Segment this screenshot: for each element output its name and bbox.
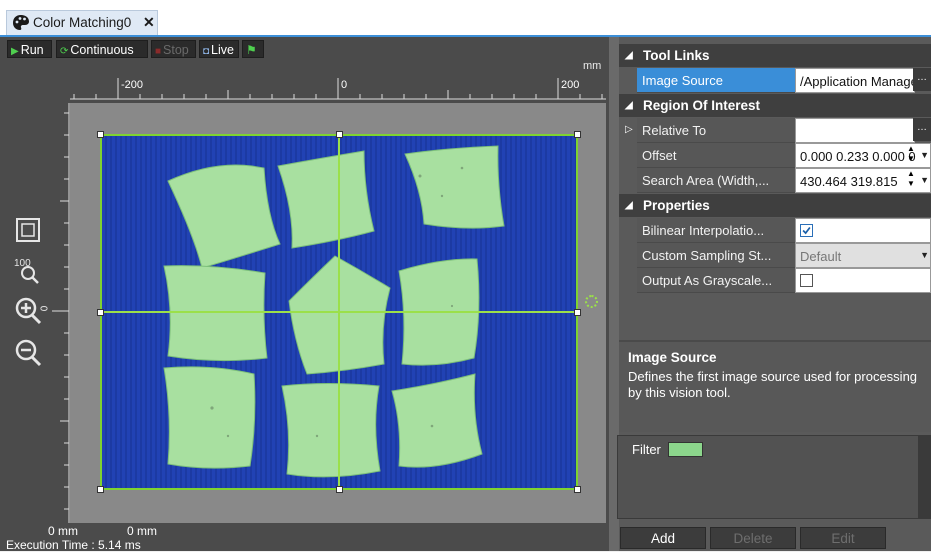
- tab-title: Color Matching0: [33, 15, 132, 30]
- roi-rotate-handle[interactable]: [585, 295, 598, 308]
- category-label: Properties: [643, 198, 710, 213]
- image-source-field[interactable]: /Application Manager: [795, 68, 915, 93]
- stop-label: Stop: [163, 43, 189, 57]
- spinner-icon[interactable]: ▲ ▼: [905, 169, 917, 191]
- chevron-down-icon[interactable]: ▼: [920, 150, 929, 160]
- prop-row-search-area[interactable]: Search Area (Width,... 430.464 319.815 ▲…: [619, 168, 931, 193]
- prop-name: Image Source: [637, 68, 795, 93]
- property-grid: ◢ Tool Links Image Source /Application Ma…: [619, 44, 931, 296]
- category-label: Tool Links: [643, 48, 710, 63]
- run-button[interactable]: ▶ Run: [7, 40, 52, 58]
- collapse-icon: ◢: [625, 100, 633, 111]
- stop-button[interactable]: ■ Stop: [151, 40, 196, 58]
- prop-name: Relative To: [637, 118, 795, 143]
- roi-handle-left[interactable]: [97, 309, 104, 316]
- filter-color-swatch[interactable]: [668, 442, 703, 457]
- camera-icon: ◘: [203, 46, 210, 57]
- cursor-y-readout: 0 mm: [127, 524, 157, 538]
- stop-icon: ■: [155, 46, 162, 57]
- prop-name: Offset: [637, 143, 795, 168]
- help-panel: Image Source Defines the first image sou…: [619, 340, 931, 432]
- help-description: Defines the first image source used for …: [628, 369, 918, 400]
- horizontal-ruler: [70, 78, 606, 100]
- ruler-label-200: 200: [561, 79, 580, 91]
- chevron-down-icon[interactable]: ▼: [920, 175, 929, 185]
- chevron-down-icon[interactable]: ▼: [920, 250, 929, 260]
- spinner-icon[interactable]: ▲ ▼: [905, 144, 917, 166]
- flag-icon: ⚑: [246, 43, 257, 57]
- collapse-icon: ◢: [625, 50, 633, 61]
- grayscale-cell: [795, 268, 931, 293]
- prop-row-offset[interactable]: Offset 0.000 0.233 0.000 0 ▲ ▼ ▼: [619, 143, 931, 168]
- search-area-value: 430.464 319.815: [800, 174, 898, 189]
- roi-handle-top-left[interactable]: [97, 131, 104, 138]
- browse-button[interactable]: …: [913, 68, 931, 91]
- tab-color-matching[interactable]: Color Matching0 ✕: [6, 10, 158, 35]
- prop-row-custom-sampling[interactable]: Custom Sampling St... Default ▼: [619, 243, 931, 268]
- category-properties[interactable]: ◢ Properties: [619, 194, 931, 217]
- filter-list[interactable]: Filter: [617, 435, 919, 519]
- filter-scrollbar[interactable]: [919, 435, 931, 519]
- roi-handle-right[interactable]: [574, 309, 581, 316]
- browse-button[interactable]: …: [913, 118, 931, 141]
- ruler-label-minus200: -200: [121, 79, 144, 91]
- close-icon[interactable]: ✕: [143, 14, 155, 31]
- fit-to-window-icon[interactable]: [13, 215, 43, 245]
- bilinear-checkbox[interactable]: [800, 224, 813, 237]
- zoom-in-icon[interactable]: [13, 296, 43, 326]
- prop-name: Bilinear Interpolatio...: [637, 218, 795, 243]
- zoom-out-icon[interactable]: [13, 338, 43, 368]
- run-toolbar: ▶ Run ⟳ Continuous ■ Stop ◘ Live ⚑: [7, 40, 267, 58]
- continuous-button[interactable]: ⟳ Continuous: [56, 40, 148, 58]
- category-region-of-interest[interactable]: ◢ Region Of Interest: [619, 94, 931, 117]
- category-label: Region Of Interest: [643, 98, 761, 113]
- flag-button[interactable]: ⚑: [242, 40, 264, 58]
- roi-handle-top[interactable]: [336, 131, 343, 138]
- help-title: Image Source: [628, 350, 717, 365]
- prop-row-output-grayscale[interactable]: Output As Grayscale...: [619, 268, 931, 293]
- custom-sampling-select[interactable]: Default: [795, 243, 931, 268]
- play-icon: ▶: [11, 46, 19, 57]
- prop-row-bilinear[interactable]: Bilinear Interpolatio...: [619, 218, 931, 243]
- category-tool-links[interactable]: ◢ Tool Links: [619, 44, 931, 67]
- roi-horizontal-crosshair: [100, 311, 578, 313]
- prop-row-image-source[interactable]: Image Source /Application Manager …: [619, 68, 931, 93]
- offset-value: 0.000 0.233 0.000 0: [800, 149, 916, 164]
- zoom-100-icon[interactable]: 100: [13, 254, 43, 284]
- relative-to-field[interactable]: [795, 118, 915, 143]
- grayscale-checkbox[interactable]: [800, 274, 813, 287]
- bilinear-cell: [795, 218, 931, 243]
- execution-time: Execution Time : 5.14 ms: [6, 538, 141, 552]
- custom-sampling-value: Default: [800, 249, 842, 264]
- live-label: Live: [211, 43, 234, 57]
- expand-icon[interactable]: ▷: [625, 124, 633, 135]
- cursor-x-readout: 0 mm: [48, 524, 78, 538]
- run-label: Run: [20, 43, 44, 57]
- ruler-unit-label: mm: [583, 60, 602, 72]
- edit-button[interactable]: Edit: [800, 527, 886, 549]
- loop-icon: ⟳: [60, 46, 69, 57]
- palette-icon: [13, 15, 29, 30]
- roi-handle-top-right[interactable]: [574, 131, 581, 138]
- prop-name: Custom Sampling St...: [637, 243, 795, 268]
- delete-button[interactable]: Delete: [710, 527, 796, 549]
- prop-row-relative-to[interactable]: ▷ Relative To …: [619, 118, 931, 143]
- filter-label: Filter: [632, 442, 661, 457]
- continuous-label: Continuous: [70, 43, 134, 57]
- live-button[interactable]: ◘ Live: [199, 40, 239, 58]
- collapse-icon: ◢: [625, 200, 633, 211]
- ruler-label-0: 0: [341, 79, 348, 91]
- prop-name: Output As Grayscale...: [637, 268, 795, 293]
- prop-name: Search Area (Width,...: [637, 168, 795, 193]
- roi-handle-bottom-left[interactable]: [97, 486, 104, 493]
- add-button[interactable]: Add: [620, 527, 706, 549]
- roi-handle-bottom[interactable]: [336, 486, 343, 493]
- roi-handle-bottom-right[interactable]: [574, 486, 581, 493]
